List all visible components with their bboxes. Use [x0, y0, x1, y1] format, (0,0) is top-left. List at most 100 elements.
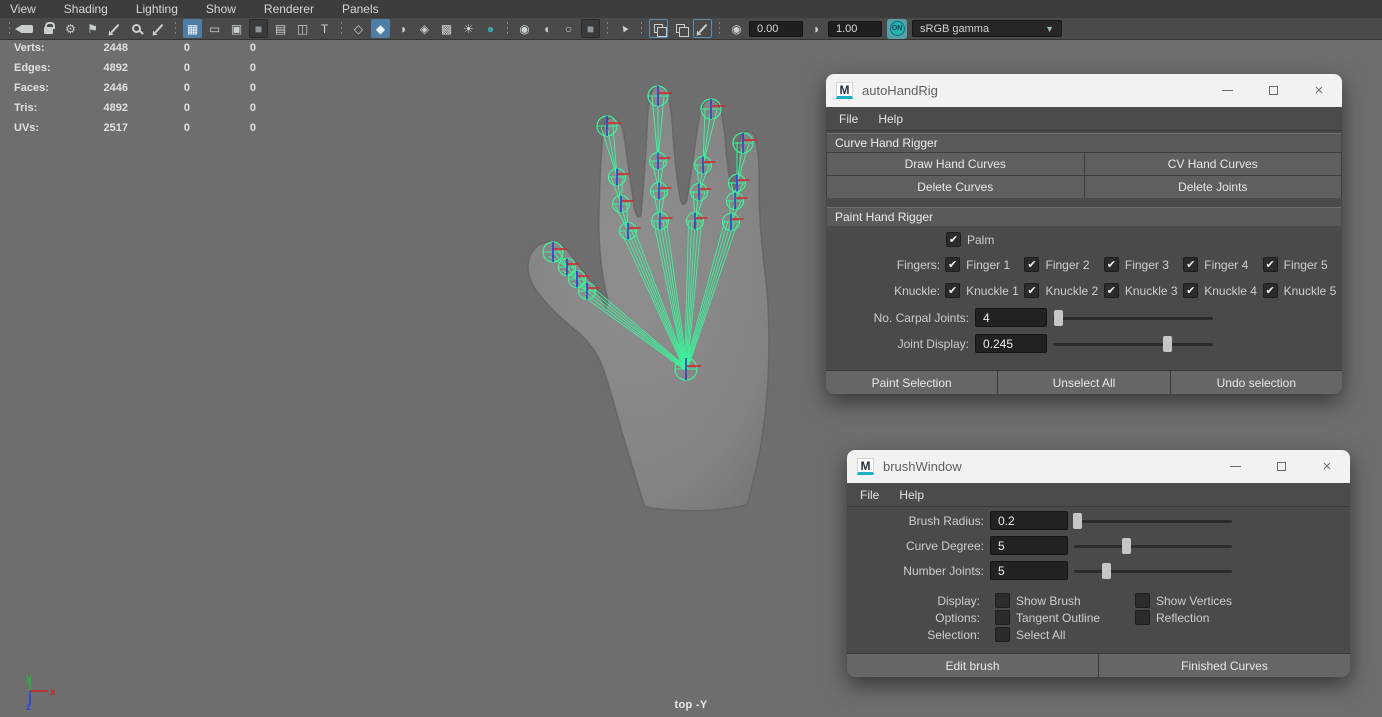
- window-autohandrig: M autoHandRig × File Help Curve Hand Rig…: [826, 74, 1342, 394]
- draw-hand-curves-button[interactable]: Draw Hand Curves: [827, 153, 1084, 175]
- menu-renderer[interactable]: Renderer: [264, 2, 314, 16]
- slider-handle[interactable]: [1162, 335, 1172, 352]
- isolate-select-icon[interactable]: [649, 19, 668, 38]
- menu-view[interactable]: View: [10, 2, 36, 16]
- knuckle2-checkbox[interactable]: [1024, 283, 1040, 298]
- textured-icon[interactable]: ▩: [437, 19, 456, 38]
- film-gate-icon[interactable]: ▭: [205, 19, 224, 38]
- field-chart-icon[interactable]: ▤: [271, 19, 290, 38]
- finished-curves-button[interactable]: Finished Curves: [1099, 654, 1350, 677]
- grid-icon[interactable]: ▦: [183, 19, 202, 38]
- isolate-add-icon[interactable]: [671, 19, 690, 38]
- shadows-icon[interactable]: ●: [481, 19, 500, 38]
- fingers-row: Fingers: Finger 1 Finger 2 Finger 3 Fing…: [826, 257, 1342, 272]
- colorspace-dropdown[interactable]: sRGB gamma ▼: [912, 20, 1062, 37]
- occlusion-icon[interactable]: ◉: [515, 19, 534, 38]
- reflection-checkbox[interactable]: [1135, 610, 1150, 625]
- exposure-icon[interactable]: ◉: [727, 19, 746, 38]
- number-joints-field[interactable]: 5: [990, 561, 1068, 580]
- hand-model[interactable]: [527, 84, 770, 512]
- grease-pencil-icon[interactable]: [105, 19, 124, 38]
- safe-title-icon[interactable]: T: [315, 19, 334, 38]
- edit-brush-button[interactable]: Edit brush: [847, 654, 1098, 677]
- paint-brush-icon[interactable]: [149, 19, 168, 38]
- knuckle3-checkbox[interactable]: [1103, 283, 1119, 298]
- carpal-joints-slider[interactable]: [1053, 309, 1213, 326]
- bookmark-icon[interactable]: ⚑: [83, 19, 102, 38]
- wireframe-on-shaded-icon[interactable]: ◈: [415, 19, 434, 38]
- unselect-all-button[interactable]: Unselect All: [998, 371, 1170, 394]
- antialias-icon[interactable]: ○: [559, 19, 578, 38]
- paint-selection-button[interactable]: Paint Selection: [826, 371, 998, 394]
- finger3-checkbox[interactable]: [1103, 257, 1119, 272]
- wireframe-icon[interactable]: ◇: [349, 19, 368, 38]
- joint-display-field[interactable]: 0.245: [975, 334, 1047, 353]
- camera-lock-icon[interactable]: [39, 19, 58, 38]
- exposure-field[interactable]: 0.00: [749, 20, 803, 37]
- menu-panels[interactable]: Panels: [342, 2, 379, 16]
- maximize-button[interactable]: [1258, 450, 1304, 483]
- knuckle1-checkbox[interactable]: [945, 283, 961, 298]
- contrast-icon[interactable]: ◑: [806, 19, 825, 38]
- minimize-button[interactable]: [1204, 74, 1250, 107]
- cv-hand-curves-button[interactable]: CV Hand Curves: [1084, 153, 1341, 175]
- curve-degree-field[interactable]: 5: [990, 536, 1068, 555]
- curve-degree-slider[interactable]: [1074, 537, 1232, 554]
- palm-checkbox[interactable]: [946, 232, 961, 247]
- zoom-region-icon[interactable]: [127, 19, 146, 38]
- show-brush-checkbox[interactable]: [995, 593, 1010, 608]
- tangent-outline-checkbox[interactable]: [995, 610, 1010, 625]
- finger4-checkbox[interactable]: [1183, 257, 1199, 272]
- titlebar[interactable]: M brushWindow ×: [847, 450, 1350, 483]
- close-button[interactable]: ×: [1296, 74, 1342, 107]
- undo-selection-button[interactable]: Undo selection: [1170, 371, 1342, 394]
- menu-lighting[interactable]: Lighting: [136, 2, 178, 16]
- gate-mask-icon[interactable]: ■: [249, 19, 268, 38]
- carpal-joints-field[interactable]: 4: [975, 308, 1047, 327]
- safe-action-icon[interactable]: ◫: [293, 19, 312, 38]
- slider-handle[interactable]: [1101, 562, 1111, 579]
- hud-row: Verts: 2448 0 0: [14, 42, 256, 54]
- motion-blur-icon[interactable]: ◖: [537, 19, 556, 38]
- material-view-icon[interactable]: ◑: [393, 19, 412, 38]
- slider-handle[interactable]: [1122, 537, 1132, 554]
- select-cursor-icon[interactable]: ▲: [615, 19, 634, 38]
- minimize-button[interactable]: [1212, 450, 1258, 483]
- finger5-checkbox[interactable]: [1262, 257, 1278, 272]
- finger2-checkbox[interactable]: [1024, 257, 1040, 272]
- isolate-draw-icon[interactable]: [693, 19, 712, 38]
- gamma-field[interactable]: 1.00: [828, 20, 882, 37]
- slider-handle[interactable]: [1073, 512, 1083, 529]
- lights-icon[interactable]: ☀: [459, 19, 478, 38]
- delete-curves-button[interactable]: Delete Curves: [827, 176, 1084, 198]
- close-button[interactable]: ×: [1304, 450, 1350, 483]
- select-all-checkbox[interactable]: [995, 627, 1010, 642]
- brush-radius-slider[interactable]: [1073, 512, 1232, 529]
- joint-display-slider[interactable]: [1053, 335, 1213, 352]
- delete-joints-button[interactable]: Delete Joints: [1084, 176, 1341, 198]
- show-vertices-checkbox[interactable]: [1135, 593, 1150, 608]
- menu-help[interactable]: Help: [899, 488, 924, 502]
- brush-radius-field[interactable]: 0.2: [990, 511, 1068, 530]
- titlebar[interactable]: M autoHandRig ×: [826, 74, 1342, 107]
- resolution-gate-icon[interactable]: ▣: [227, 19, 246, 38]
- menu-file[interactable]: File: [839, 112, 858, 126]
- section-curve-hand-rigger[interactable]: Curve Hand Rigger: [827, 133, 1341, 152]
- number-joints-slider[interactable]: [1074, 562, 1232, 579]
- knuckle4-checkbox[interactable]: [1183, 283, 1199, 298]
- camera-settings-icon[interactable]: ⚙: [61, 19, 80, 38]
- multisample-icon[interactable]: ■: [581, 19, 600, 38]
- section-paint-hand-rigger[interactable]: Paint Hand Rigger: [827, 207, 1341, 226]
- smooth-shade-icon[interactable]: ◆: [371, 19, 390, 38]
- finger1-checkbox[interactable]: [945, 257, 961, 272]
- menu-show[interactable]: Show: [206, 2, 236, 16]
- menu-help[interactable]: Help: [878, 112, 903, 126]
- menu-file[interactable]: File: [860, 488, 879, 502]
- camera-select-icon[interactable]: [15, 19, 36, 38]
- knuckle5-checkbox[interactable]: [1262, 283, 1278, 298]
- slider-handle[interactable]: [1053, 309, 1063, 326]
- maximize-button[interactable]: [1250, 74, 1296, 107]
- menu-shading[interactable]: Shading: [64, 2, 108, 16]
- toolbar-drag-handle[interactable]: [8, 21, 11, 36]
- color-management-toggle[interactable]: ON: [887, 18, 907, 39]
